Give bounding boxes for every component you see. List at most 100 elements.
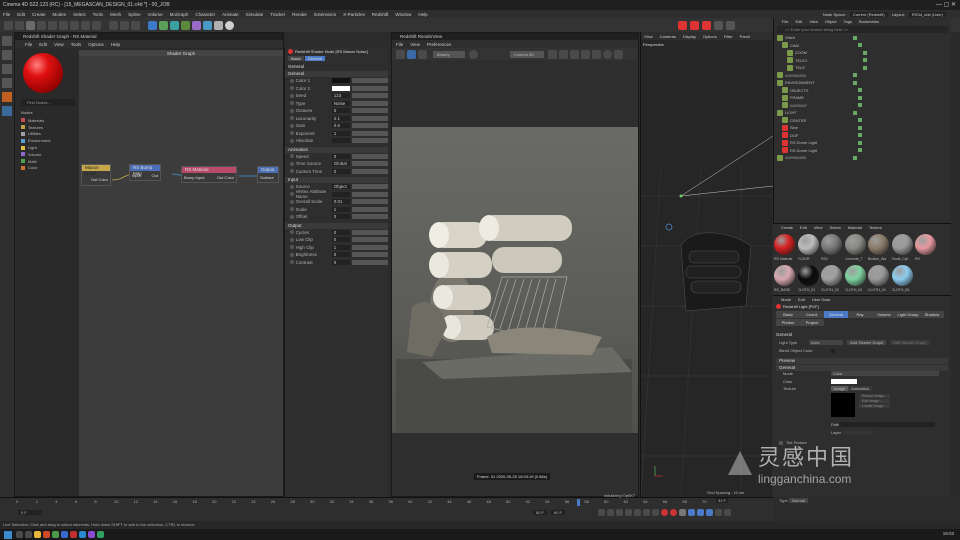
menu-item-character[interactable]: Character [195, 12, 215, 17]
tab-volume[interactable]: Volume [872, 311, 896, 318]
snapshot-icon[interactable] [469, 49, 478, 59]
keyframe-dot-icon[interactable] [290, 131, 294, 136]
pla-key-icon[interactable] [724, 509, 731, 516]
prop-value[interactable]: 5 [331, 108, 350, 114]
menu-item-create[interactable]: Create [32, 12, 46, 17]
object-row[interactable]: OBJECTS [777, 87, 951, 95]
menu-item-edit[interactable]: Edit [795, 19, 802, 24]
x-axis-icon[interactable] [70, 20, 79, 30]
record-icon[interactable] [661, 509, 668, 516]
prop-slider[interactable] [351, 244, 388, 250]
object-row[interactable]: CAM [777, 42, 951, 50]
tab-general[interactable]: General [304, 56, 326, 61]
menu-item-edit[interactable]: Edit [798, 297, 805, 302]
menu-item-view[interactable]: View [644, 34, 653, 39]
subdivision-icon[interactable] [170, 20, 179, 30]
prop-value[interactable]: 0.01 [331, 199, 350, 205]
prop-slider[interactable] [351, 138, 388, 144]
tab-basic[interactable]: Basic [288, 56, 304, 61]
prop-value[interactable]: Global [331, 161, 350, 167]
y-axis-icon[interactable] [81, 20, 90, 30]
menu-item-help[interactable]: Help [111, 42, 120, 47]
menu-item-options[interactable]: Options [703, 34, 717, 39]
keyframe-dot-icon[interactable] [290, 138, 294, 143]
node-category-item[interactable]: Utilities [21, 131, 76, 138]
visibility-icon[interactable] [858, 125, 862, 130]
prop-value[interactable]: 0 [331, 168, 350, 174]
camera-icon[interactable] [214, 20, 223, 30]
scale-icon[interactable] [48, 20, 57, 30]
prop-slider[interactable] [351, 259, 388, 265]
light-type-select[interactable]: Area [809, 340, 843, 345]
keyframe-dot-icon[interactable] [290, 154, 294, 159]
visibility-icon[interactable] [858, 118, 862, 123]
prop-slider[interactable] [351, 108, 388, 114]
menu-item-panel[interactable]: Panel [740, 34, 750, 39]
menu-item-object[interactable]: Object [825, 19, 837, 24]
prop-slider[interactable] [351, 184, 388, 190]
path-input[interactable] [839, 422, 935, 427]
material-swatch[interactable] [797, 265, 819, 286]
tab-general[interactable]: General [824, 311, 848, 318]
material-swatch[interactable] [891, 234, 913, 255]
prop-slider[interactable] [351, 85, 388, 91]
object-row[interactable]: RS Dome Light [777, 139, 951, 147]
material-swatch[interactable] [844, 234, 866, 255]
prop-slider[interactable] [351, 100, 388, 106]
rotate-icon[interactable] [59, 20, 68, 30]
object-row[interactable]: DOF [777, 132, 951, 140]
object-row[interactable]: /////////////////// [777, 72, 951, 80]
object-row[interactable]: FRAME [777, 94, 951, 102]
find-nodes-input[interactable]: Find Nodes... [21, 99, 75, 106]
prop-value[interactable] [331, 191, 350, 197]
node-category-item[interactable]: Light [21, 144, 76, 151]
object-row[interactable]: Sine [777, 124, 951, 132]
prop-value[interactable]: 1 [331, 130, 350, 136]
visibility-icon[interactable] [853, 73, 857, 78]
cinema4d-icon[interactable] [79, 531, 86, 538]
redshift-icon-5[interactable] [726, 20, 735, 30]
redshift-icon-2[interactable] [690, 20, 699, 30]
polygons-mode-icon[interactable] [2, 78, 12, 88]
animation-tab[interactable]: Animation [848, 386, 872, 391]
prop-value[interactable]: 0 [331, 214, 350, 220]
goto-start-icon[interactable] [598, 509, 605, 516]
menu-item-mograph[interactable]: MoGraph [170, 12, 189, 17]
menu-item-edit[interactable]: Edit [39, 42, 47, 47]
prop-value[interactable]: Object [331, 184, 350, 190]
visibility-icon[interactable] [858, 95, 862, 100]
visibility-icon[interactable] [858, 140, 862, 145]
preview-section[interactable]: Preview [776, 358, 948, 364]
app-icon-2[interactable] [52, 531, 59, 538]
prop-slider[interactable] [351, 161, 388, 167]
menu-item-file[interactable]: File [396, 42, 403, 47]
region-icon[interactable] [559, 49, 568, 59]
add-shader-graph-button[interactable]: Add Shader Graph [847, 340, 887, 345]
visibility-icon[interactable] [858, 148, 862, 153]
menu-item-help[interactable]: Help [418, 12, 427, 17]
keyframe-dot-icon[interactable] [290, 101, 294, 106]
tab-coord-[interactable]: Coord. [800, 311, 824, 318]
menu-item-render[interactable]: Render [292, 12, 307, 17]
settings-icon[interactable] [614, 49, 623, 59]
keyframe-icon[interactable] [679, 509, 686, 516]
prop-slider[interactable] [351, 130, 388, 136]
points-mode-icon[interactable] [2, 50, 12, 60]
keyframe-dot-icon[interactable] [290, 237, 294, 242]
menu-item-tools[interactable]: Tools [93, 12, 104, 17]
material-swatch[interactable] [891, 265, 913, 286]
menu-item-simulate[interactable]: Simulate [246, 12, 264, 17]
prop-value[interactable]: 0 [331, 259, 350, 265]
rotate-key-icon[interactable] [706, 509, 713, 516]
visibility-icon[interactable] [863, 50, 867, 55]
node-category-item[interactable]: Color [21, 165, 76, 172]
scale-key-icon[interactable] [697, 509, 704, 516]
prop-slider[interactable] [351, 191, 388, 197]
color-swatch[interactable] [831, 379, 857, 384]
menu-item-texture[interactable]: Texture [869, 225, 882, 230]
z-axis-icon[interactable] [92, 20, 101, 30]
render-settings-icon[interactable] [131, 20, 140, 30]
keyframe-dot-icon[interactable] [290, 86, 294, 91]
stop-icon[interactable] [418, 49, 427, 59]
material-swatch[interactable] [797, 234, 819, 255]
